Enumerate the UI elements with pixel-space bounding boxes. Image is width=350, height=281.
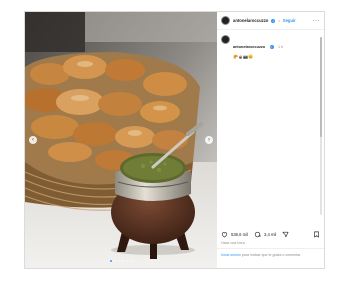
avatar[interactable] <box>221 16 230 25</box>
share-icon[interactable] <box>282 231 289 238</box>
carousel-dot <box>122 260 124 262</box>
verified-badge-icon: ✓ <box>271 18 276 23</box>
caption-text: 🥐🧉📷😊 <box>233 54 253 59</box>
post-date: Hace una hora <box>221 241 245 245</box>
caption-avatar[interactable] <box>221 35 230 44</box>
carousel-dot <box>126 260 128 262</box>
carousel-dot <box>114 260 116 262</box>
caption-verified-icon: ✓ <box>269 45 274 49</box>
scrollbar-thumb[interactable] <box>320 37 322 137</box>
bookmark-icon[interactable] <box>313 231 320 238</box>
login-prompt: Inicia sesión para indicar que te gusta … <box>217 248 324 258</box>
login-prompt-text: para indicar que te gusta o comentar. <box>241 253 302 257</box>
carousel-dots <box>25 260 217 262</box>
separator: • <box>278 18 280 23</box>
post-photo[interactable]: ‹ › <box>25 12 217 268</box>
caption: antonelaroccuzzo ✓ 1 h 🥐🧉📷😊 <box>221 35 320 59</box>
comments-section: antonelaroccuzzo ✓ 1 h 🥐🧉📷😊 <box>217 31 324 217</box>
next-slide-button[interactable]: › <box>205 136 213 144</box>
comments-count[interactable]: 3,4 mil <box>264 232 276 237</box>
heart-icon[interactable] <box>221 231 228 238</box>
username-link[interactable]: antonelaroccuzzo <box>233 18 268 23</box>
action-bar: 536,6 mil 3,4 mil <box>221 231 320 238</box>
carousel-dot <box>130 260 132 262</box>
carousel-dot <box>118 260 120 262</box>
previous-slide-button[interactable]: ‹ <box>29 136 37 144</box>
caption-username[interactable]: antonelaroccuzzo <box>233 45 265 49</box>
post-sidebar: antonelaroccuzzo ✓ • Seguir ··· antonela… <box>217 12 324 268</box>
more-horizontal-icon[interactable]: ··· <box>313 18 321 24</box>
caption-time: 1 h <box>277 45 283 49</box>
instagram-post: ‹ › antonelaroccuzzo ✓ • Seguir ··· anto… <box>24 11 325 269</box>
mate-and-croissants-photo <box>25 12 217 268</box>
carousel-dot <box>110 260 112 262</box>
login-link[interactable]: Inicia sesión <box>221 253 241 257</box>
follow-button[interactable]: Seguir <box>283 18 296 23</box>
comment-icon[interactable] <box>254 231 261 238</box>
post-header: antonelaroccuzzo ✓ • Seguir ··· <box>217 12 324 30</box>
likes-count[interactable]: 536,6 mil <box>231 232 248 237</box>
